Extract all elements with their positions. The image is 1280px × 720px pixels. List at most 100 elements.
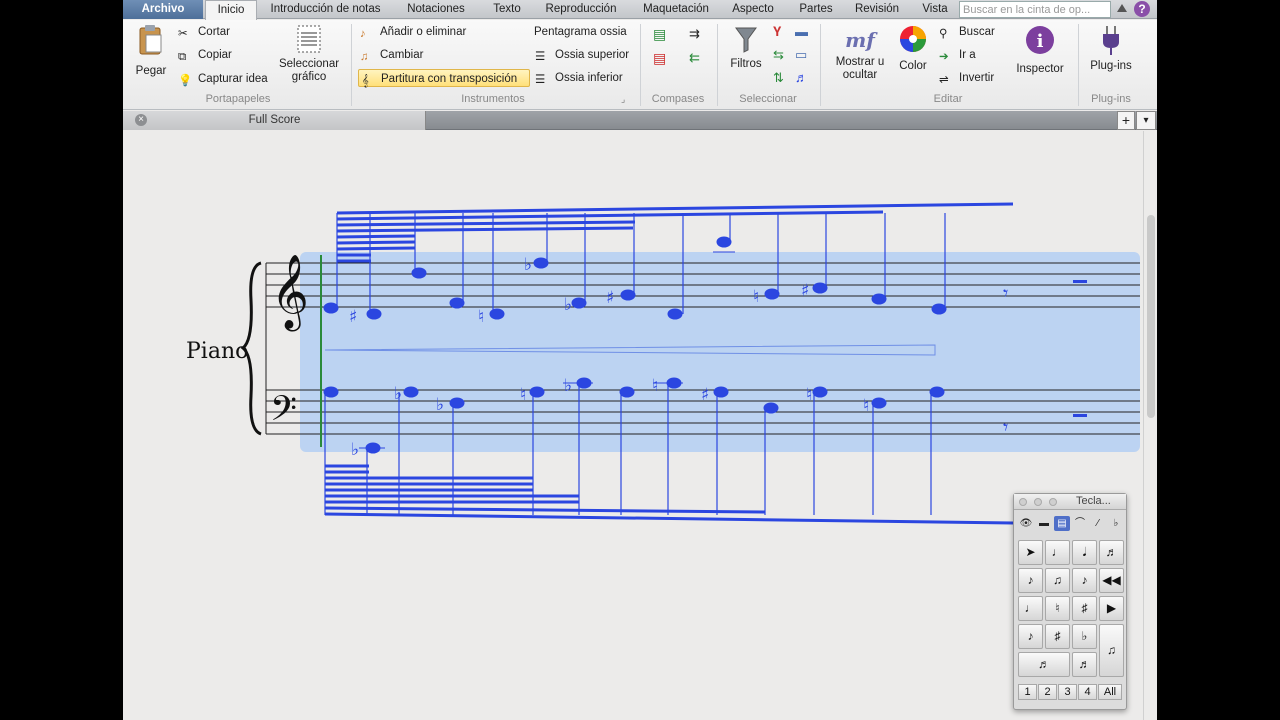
keypad-key-3[interactable]: ♬	[1099, 540, 1124, 565]
keypad-key-11[interactable]: ♯	[1045, 624, 1070, 649]
rest-icon: 𝄾	[1003, 281, 1008, 305]
add-bar-icon[interactable]: ▤	[653, 26, 666, 43]
keypad-layout-all[interactable]: All	[1098, 684, 1122, 700]
tab-inicio[interactable]: Inicio	[205, 0, 257, 20]
keypad-key-5[interactable]: ♫	[1045, 568, 1070, 593]
rest-icon	[1073, 280, 1087, 283]
copy-button[interactable]: ⧉ Copiar	[178, 46, 232, 64]
keypad-enter-key[interactable]: ♫	[1099, 624, 1124, 677]
keypad-layout-1[interactable]: 1	[1018, 684, 1037, 700]
select-passage-icon[interactable]: ▭	[795, 47, 807, 63]
zoom-window-icon[interactable]	[1049, 498, 1057, 506]
score-svg[interactable]: 𝄞 𝄢 Piano ♯ ♮♭♭ ♯ ♮ ♯ 𝄾 ♭♭♭ ♮ ♭ ♮ ♯ ♮♮ 𝄾	[123, 131, 1143, 720]
keypad-key-9[interactable]: ♯	[1072, 596, 1097, 621]
keypad-key-1[interactable]: ♩	[1045, 540, 1070, 565]
info-icon: i	[1026, 26, 1054, 54]
select-system-icon[interactable]: ⇅	[773, 70, 784, 86]
select-graphic-button[interactable]: Seleccionar gráfico	[276, 24, 342, 84]
ossia-staff-button[interactable]: Pentagrama ossia	[515, 23, 627, 41]
ribbon-search-input[interactable]: Buscar en la cinta de op...	[959, 1, 1111, 18]
group-label-instrumentos: Instrumentos	[461, 93, 525, 105]
vertical-scrollbar[interactable]	[1143, 131, 1157, 720]
join-bar-icon[interactable]: ⇇	[689, 50, 700, 66]
select-graphic-label-2: gráfico	[291, 71, 327, 83]
change-instrument-button[interactable]: ♫ Cambiar	[360, 46, 423, 64]
tab-vista[interactable]: Vista	[915, 0, 955, 19]
keypad-rewind-icon[interactable]: ◀◀	[1099, 568, 1124, 593]
plugins-button[interactable]: Plug-ins	[1085, 24, 1137, 73]
minimize-window-icon[interactable]	[1034, 498, 1042, 506]
tab-full-score[interactable]: × Full Score	[123, 111, 426, 130]
filter-red-icon[interactable]: 𝐘	[773, 24, 781, 40]
delete-bar-icon[interactable]: ▤	[653, 50, 666, 67]
score-canvas[interactable]: 𝄞 𝄢 Piano ♯ ♮ ♭ ♭ ♯ ♮ ♯ 𝄾 ♭ ♭ ♭ ♮ ♭ ♮ ♯ …	[123, 131, 1143, 720]
dynamics-mf-icon: mf	[845, 28, 875, 52]
select-more-icon[interactable]: ⇆	[773, 47, 784, 63]
tab-partes[interactable]: Partes	[791, 0, 841, 19]
group-label-seleccionar: Seleccionar	[739, 93, 797, 105]
layout-rest-icon[interactable]: ▬	[1036, 516, 1052, 531]
layout-notes-icon[interactable]: ▤	[1054, 516, 1070, 531]
tab-notaciones[interactable]: Notaciones	[399, 0, 473, 19]
keypad-select-arrow[interactable]: ➤	[1018, 540, 1043, 565]
svg-text:i: i	[1037, 31, 1044, 52]
add-remove-instruments-button[interactable]: ♪ Añadir o eliminar	[360, 23, 466, 41]
transposing-score-icon: 𝄞	[362, 75, 369, 87]
select-bar-icon[interactable]: ▬	[795, 24, 808, 39]
keypad-layout-3[interactable]: 3	[1058, 684, 1077, 700]
keypad-key-12[interactable]: ♭	[1072, 624, 1097, 649]
keypad-key-10[interactable]: ♪	[1018, 624, 1043, 649]
keypad-key-dot[interactable]: ♬	[1072, 652, 1097, 677]
invert-button[interactable]: ⇌ Invertir	[939, 69, 994, 87]
layout-slash-icon[interactable]: ⁄	[1090, 516, 1106, 531]
funnel-icon	[735, 27, 757, 53]
color-button[interactable]: Color	[895, 24, 931, 73]
help-icon[interactable]: ?	[1134, 1, 1150, 17]
tab-archivo[interactable]: Archivo	[123, 0, 203, 19]
keypad-key-8[interactable]: ♮	[1045, 596, 1070, 621]
keypad-play-icon[interactable]: ▶	[1099, 596, 1124, 621]
keypad-layout-4[interactable]: 4	[1078, 684, 1097, 700]
goto-button[interactable]: ➔ Ir a	[939, 46, 976, 64]
keypad-key-0[interactable]: ♬	[1018, 652, 1070, 677]
minimize-ribbon-icon[interactable]	[1117, 4, 1127, 12]
tab-maquetacion[interactable]: Maquetación	[637, 0, 715, 19]
keypad-key-2[interactable]: 𝅘𝅥	[1072, 540, 1097, 565]
find-button[interactable]: ⚲ Buscar	[939, 23, 995, 41]
tab-menu-icon[interactable]: ▾	[1136, 111, 1156, 130]
ossia-above-button[interactable]: ☰ Ossia superior	[535, 46, 629, 64]
scissors-icon: ✂	[178, 28, 188, 40]
cut-label: Cortar	[198, 26, 230, 38]
tab-revision[interactable]: Revisión	[849, 0, 905, 19]
layout-tie-icon[interactable]: ⌒	[1072, 516, 1088, 531]
close-window-icon[interactable]	[1019, 498, 1027, 506]
tab-aspecto[interactable]: Aspecto	[726, 0, 780, 19]
cut-button[interactable]: ✂ Cortar	[178, 23, 230, 41]
keypad-key-7[interactable]: ♩	[1018, 596, 1043, 621]
tab-reproduccion[interactable]: Reproducción	[541, 0, 621, 19]
capture-idea-button[interactable]: 💡 Capturar idea	[178, 70, 268, 88]
invert-label: Invertir	[959, 72, 995, 84]
svg-text:♭: ♭	[524, 255, 532, 275]
transposing-score-toggle[interactable]: 𝄞 Partitura con transposición	[358, 69, 530, 87]
keypad-layout-2[interactable]: 2	[1038, 684, 1057, 700]
inspector-button[interactable]: i Inspector	[1011, 24, 1069, 76]
treble-clef-icon: 𝄞	[271, 255, 309, 332]
keypad-title-bar[interactable]: Tecla...	[1014, 494, 1126, 510]
tab-introduccion-notas[interactable]: Introducción de notas	[264, 0, 387, 19]
keypad-key-4[interactable]: ♪	[1018, 568, 1043, 593]
layout-accidentals-icon[interactable]: ♭	[1108, 516, 1124, 531]
layout-eye-icon[interactable]: 👁	[1018, 516, 1034, 531]
add-tab-button[interactable]: +	[1117, 111, 1135, 130]
ossia-below-button[interactable]: ☰ Ossia inferior	[535, 69, 623, 87]
split-bar-icon[interactable]: ⇉	[689, 26, 700, 42]
instruments-launcher-icon[interactable]: ⌟	[621, 94, 625, 105]
select-notes-icon[interactable]: ♬	[795, 70, 808, 85]
keypad-key-6[interactable]: ♪	[1072, 568, 1097, 593]
svg-text:♭: ♭	[351, 440, 359, 460]
scrollbar-thumb[interactable]	[1147, 215, 1155, 418]
paste-button[interactable]: Pegar	[133, 24, 169, 78]
tab-texto[interactable]: Texto	[483, 0, 531, 19]
filters-button[interactable]: Filtros	[726, 24, 766, 71]
show-hide-button[interactable]: mf Mostrar u ocultar	[829, 24, 891, 82]
